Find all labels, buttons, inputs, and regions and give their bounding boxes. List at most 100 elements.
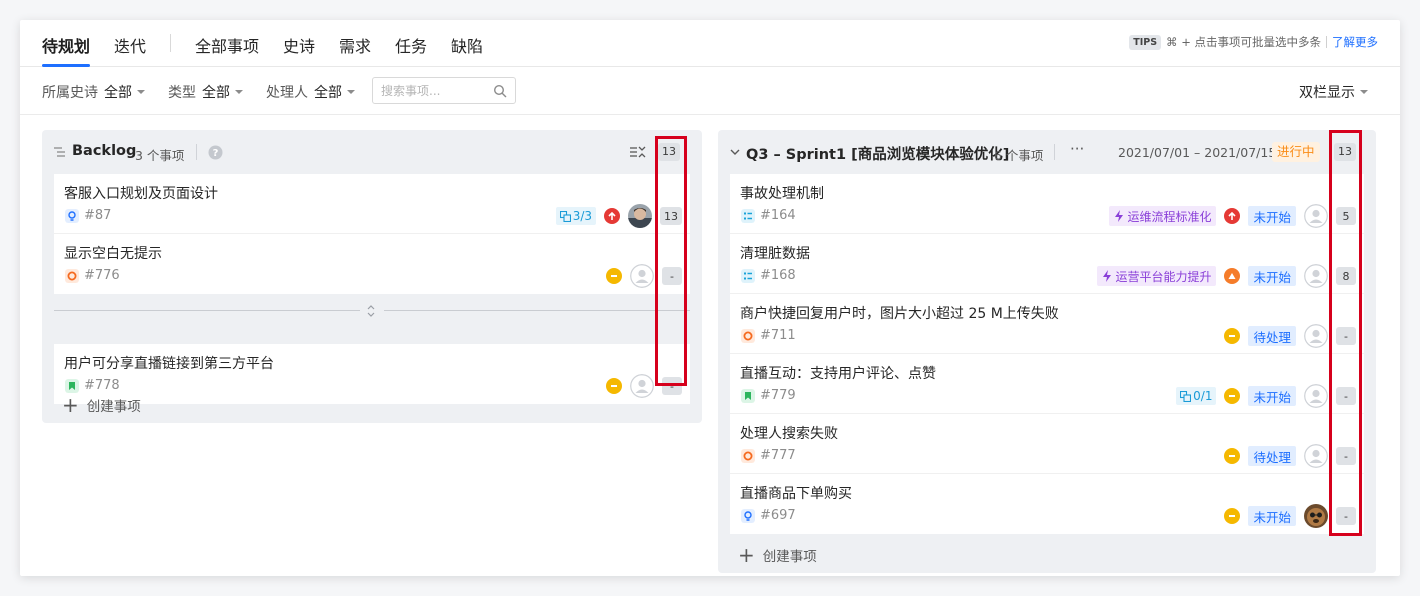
type-filter[interactable]: 类型 全部 (168, 82, 243, 102)
epic-tag[interactable]: 运维流程标准化 (1109, 206, 1217, 226)
item-meta: 0/1 未开始 - (1168, 384, 1356, 408)
tab-requirement[interactable]: 需求 (339, 33, 371, 57)
backlog-count: 3 个事项 (135, 148, 185, 163)
priority-medium-icon[interactable] (1224, 448, 1241, 464)
story-icon (65, 379, 79, 393)
priority-medium-icon[interactable] (1224, 388, 1241, 404)
item-id: #168 (760, 268, 796, 283)
help-icon[interactable]: ? (208, 145, 223, 160)
empty-avatar-icon[interactable] (1304, 264, 1328, 288)
empty-avatar-icon[interactable] (1304, 384, 1328, 408)
highlight-box-sprint-points (1329, 130, 1362, 536)
assignee-filter-value: 全部 (314, 85, 342, 101)
assignee-filter[interactable]: 处理人 全部 (266, 82, 355, 102)
chevron-down-icon (347, 90, 355, 94)
create-item-button[interactable]: + 创建事项 (62, 395, 141, 415)
drag-handle-icon[interactable] (367, 304, 375, 318)
collapse-list-icon[interactable] (630, 145, 646, 159)
state-tag[interactable]: 待处理 (1248, 446, 1296, 466)
list-item[interactable]: 显示空白无提示 #776 - (54, 234, 690, 294)
search-icon[interactable] (493, 84, 507, 98)
state-tag[interactable]: 未开始 (1248, 266, 1296, 286)
state-tag[interactable]: 待处理 (1248, 326, 1296, 346)
list-item[interactable]: 事故处理机制 #164 运维流程标准化 未开始 5 (730, 174, 1364, 234)
item-title[interactable]: 清理脏数据 (740, 243, 810, 263)
tab-iteration[interactable]: 迭代 (114, 33, 146, 57)
item-title[interactable]: 事故处理机制 (740, 183, 824, 203)
list-item[interactable]: 商户快捷回复用户时，图片大小超过 25 M上传失败 #711 待处理 - (730, 294, 1364, 354)
sprint-item-list: 事故处理机制 #164 运维流程标准化 未开始 5 清理脏数据 #168 运营平… (730, 174, 1364, 534)
highlight-box-backlog-points (655, 136, 687, 386)
priority-highest-icon[interactable] (604, 208, 620, 224)
empty-avatar-icon[interactable] (1304, 204, 1328, 228)
item-title[interactable]: 客服入口规划及页面设计 (64, 183, 218, 203)
item-title[interactable]: 商户快捷回复用户时，图片大小超过 25 M上传失败 (740, 303, 1059, 323)
subtask-count: 0/1 (1193, 389, 1213, 403)
item-id: #87 (84, 208, 112, 223)
state-tag[interactable]: 未开始 (1248, 206, 1296, 226)
story-icon (741, 389, 755, 403)
epic-tag[interactable]: 运营平台能力提升 (1097, 266, 1217, 286)
chevron-down-icon (1360, 90, 1368, 94)
item-title[interactable]: 处理人搜索失败 (740, 423, 838, 443)
priority-high-icon[interactable] (1224, 268, 1241, 284)
search-box (372, 77, 516, 104)
empty-avatar-icon[interactable] (630, 374, 654, 398)
list-item[interactable]: 清理脏数据 #168 运营平台能力提升 未开始 8 (730, 234, 1364, 294)
item-title[interactable]: 直播商品下单购买 (740, 483, 852, 503)
tab-backlog-planning[interactable]: 待规划 (42, 33, 90, 57)
list-item[interactable]: 用户可分享直播链接到第三方平台 #778 - (54, 344, 690, 404)
tips-text: ⌘ + 点击事项可批量选中多条 (1166, 35, 1321, 49)
plus-icon: + (738, 543, 755, 567)
learn-more-link[interactable]: 了解更多 (1332, 34, 1378, 50)
priority-medium-icon[interactable] (606, 378, 622, 394)
item-title[interactable]: 直播互动：支持用户评论、点赞 (740, 363, 936, 383)
view-mode-select[interactable]: 双栏显示 (1299, 82, 1368, 102)
state-tag[interactable]: 未开始 (1248, 506, 1296, 526)
empty-avatar-icon[interactable] (1304, 324, 1328, 348)
assignee-avatar[interactable] (1304, 504, 1328, 528)
top-nav: 待规划 迭代 全部事项 史诗 需求 任务 缺陷 TIPS ⌘ + 点击事项可批量… (20, 20, 1400, 67)
subtask-badge: 3/3 (555, 207, 596, 225)
epic-filter[interactable]: 所属史诗 全部 (42, 82, 145, 102)
list-item[interactable]: 处理人搜索失败 #777 待处理 - (730, 414, 1364, 474)
item-id: #697 (760, 508, 796, 523)
search-input[interactable] (373, 78, 483, 103)
assignee-avatar[interactable] (628, 204, 652, 228)
priority-medium-icon[interactable] (1224, 508, 1241, 524)
backlog-lower-list: 用户可分享直播链接到第三方平台 #778 - (54, 344, 690, 404)
tab-epic[interactable]: 史诗 (283, 33, 315, 57)
list-item[interactable]: 直播商品下单购买 #697 未开始 - (730, 474, 1364, 534)
item-id: #778 (84, 378, 120, 393)
state-tag[interactable]: 未开始 (1248, 386, 1296, 406)
divider-line (384, 310, 690, 311)
backlog-title: Backlog (72, 143, 137, 159)
tab-task[interactable]: 任务 (395, 33, 427, 57)
tab-all-items[interactable]: 全部事项 (195, 33, 259, 57)
empty-avatar-icon[interactable] (630, 264, 654, 288)
tab-defect[interactable]: 缺陷 (451, 33, 483, 57)
header-separator (1054, 144, 1055, 160)
type-filter-value: 全部 (202, 85, 230, 101)
chevron-down-icon[interactable] (730, 148, 740, 156)
item-title[interactable]: 显示空白无提示 (64, 243, 162, 263)
subtask-count: 3/3 (572, 209, 592, 223)
item-id: #776 (84, 268, 120, 283)
create-item-button[interactable]: + 创建事项 (738, 545, 817, 565)
backlog-divider[interactable] (54, 296, 690, 326)
epic-filter-value: 全部 (104, 85, 132, 101)
subtask-badge: 0/1 (1176, 387, 1217, 405)
plus-icon: + (62, 393, 79, 417)
priority-medium-icon[interactable] (606, 268, 622, 284)
empty-avatar-icon[interactable] (1304, 444, 1328, 468)
list-item[interactable]: 直播互动：支持用户评论、点赞 #779 0/1 未开始 - (730, 354, 1364, 414)
list-item[interactable]: 客服入口规划及页面设计 #87 3/3 13 (54, 174, 690, 234)
requirement-icon (741, 509, 755, 523)
priority-medium-icon[interactable] (1224, 328, 1241, 344)
create-item-label: 创建事项 (762, 549, 817, 565)
subtask-icon (1180, 390, 1192, 402)
item-title[interactable]: 用户可分享直播链接到第三方平台 (64, 353, 274, 373)
more-options-icon[interactable]: ··· (1070, 140, 1084, 158)
nav-divider (170, 34, 171, 52)
priority-highest-icon[interactable] (1224, 208, 1241, 224)
